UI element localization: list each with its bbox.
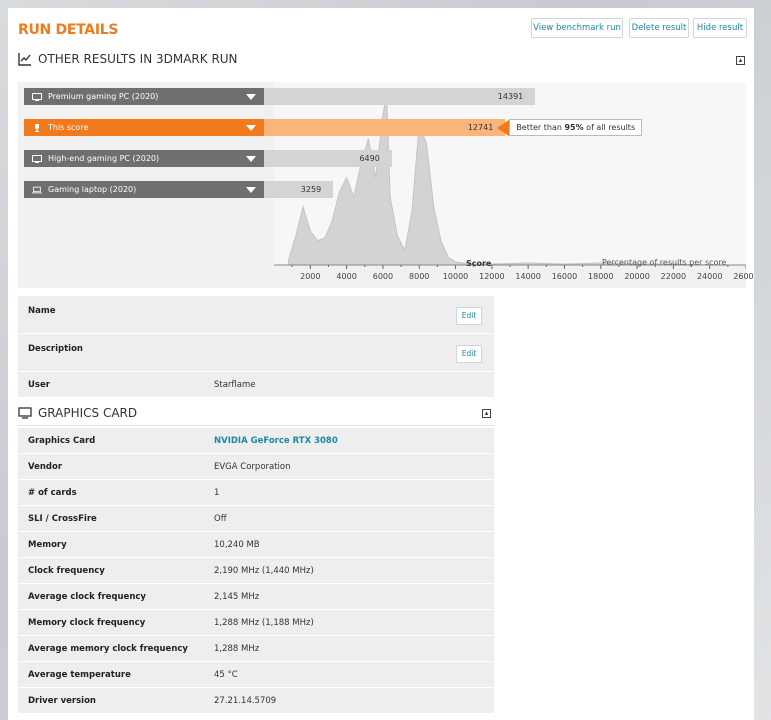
- x-tick-label: 4000: [336, 272, 357, 281]
- other-results-title: OTHER RESULTS IN 3DMARK RUN: [38, 52, 238, 66]
- table-row: Memory 10,240 MB: [18, 532, 494, 558]
- collapse-other-results-icon[interactable]: ▴: [736, 56, 745, 65]
- comparison-select-this[interactable]: This score: [24, 119, 264, 136]
- monitor-icon: [32, 154, 42, 163]
- x-tick-label: 16000: [551, 272, 578, 281]
- table-row: Vendor EVGA Corporation: [18, 454, 494, 480]
- comparison-select-highend[interactable]: High-end gaming PC (2020): [24, 150, 264, 167]
- row-key: Clock frequency: [28, 566, 105, 576]
- x-tick-label: 20000: [624, 272, 650, 281]
- x-tick-label: 24000: [696, 272, 723, 281]
- laptop-icon: [32, 186, 42, 193]
- comparison-select-laptop[interactable]: Gaming laptop (2020): [24, 181, 264, 198]
- row-value: 10,240 MB: [214, 540, 260, 550]
- trophy-icon: [35, 123, 39, 132]
- row-key: Memory clock frequency: [28, 618, 146, 628]
- table-row: SLI / CrossFire Off: [18, 506, 494, 532]
- row-value: 45 °C: [214, 670, 238, 680]
- other-results-header: OTHER RESULTS IN 3DMARK RUN: [18, 48, 238, 70]
- row-key: Vendor: [28, 462, 63, 472]
- percentile-tooltip: Better than 95% of all results: [509, 119, 643, 136]
- x-tick-label: 26000: [733, 272, 754, 281]
- row-value: 27.21.14.5709: [214, 696, 277, 706]
- chevron-down-icon: [246, 94, 256, 100]
- row-value: 2,190 MHz (1,440 MHz): [214, 566, 314, 576]
- hide-result-button[interactable]: Hide result: [693, 18, 747, 38]
- row-key: SLI / CrossFire: [28, 514, 97, 524]
- row-value: EVGA Corporation: [214, 462, 291, 472]
- tooltip-prefix: Better than: [516, 123, 565, 132]
- x-tick-label: 22000: [660, 272, 687, 281]
- user-label: User: [28, 380, 50, 390]
- monitor-icon: [32, 92, 42, 101]
- comparison-label: High-end gaming PC (2020): [48, 154, 160, 163]
- x-tick-label: 2000: [300, 272, 321, 281]
- tooltip-percent: 95%: [564, 123, 584, 132]
- x-tick-label: 8000: [409, 272, 430, 281]
- tooltip-pointer: [497, 119, 510, 136]
- edit-name-button[interactable]: Edit: [456, 307, 482, 325]
- table-row: Average memory clock frequency 1,288 MHz: [18, 636, 494, 662]
- row-key: Average memory clock frequency: [28, 644, 188, 654]
- row-key: Driver version: [28, 696, 96, 706]
- table-row: Average clock frequency 2,145 MHz: [18, 584, 494, 610]
- x-tick-label: 12000: [479, 272, 505, 281]
- table-row: # of cards 1: [18, 480, 494, 506]
- x-tick-label: 10000: [442, 272, 469, 281]
- row-value: 1,288 MHz: [214, 644, 260, 654]
- row-value: Off: [214, 514, 227, 524]
- comparison-label: Premium gaming PC (2020): [48, 92, 159, 101]
- view-benchmark-run-button[interactable]: View benchmark run: [531, 18, 623, 38]
- graphics-card-header: GRAPHICS CARD ▴: [18, 400, 494, 426]
- monitor-icon: [18, 407, 32, 419]
- comparison-select-premium[interactable]: Premium gaming PC (2020): [24, 88, 264, 105]
- row-key: Memory: [28, 540, 67, 550]
- chart-icon: [18, 53, 31, 66]
- row-key: # of cards: [28, 488, 77, 498]
- row-value: 2,145 MHz: [214, 592, 260, 602]
- description-label: Description: [28, 344, 83, 354]
- graphics-card-link[interactable]: NVIDIA GeForce RTX 3080: [214, 436, 338, 446]
- row-key: Average temperature: [28, 670, 131, 680]
- page-title: RUN DETAILS: [18, 22, 119, 38]
- comparison-label: This score: [48, 123, 89, 132]
- name-row: Name Edit: [18, 296, 494, 334]
- results-chart: 14391 Premium gaming PC (2020) 12741 Thi…: [18, 82, 754, 288]
- run-details-panel: RUN DETAILS View benchmark run Delete re…: [8, 8, 754, 720]
- table-row: Driver version 27.21.14.5709: [18, 688, 494, 714]
- row-key: Average clock frequency: [28, 592, 146, 602]
- table-row: Graphics Card NVIDIA GeForce RTX 3080: [18, 428, 494, 454]
- user-value: Starflame: [214, 380, 256, 390]
- tooltip-suffix: of all results: [583, 123, 636, 132]
- delete-result-button[interactable]: Delete result: [629, 18, 689, 38]
- graphics-card-title: GRAPHICS CARD: [38, 406, 138, 420]
- pct-axis-label: Percentage of results per score: [602, 258, 727, 267]
- comparison-label: Gaming laptop (2020): [48, 185, 137, 194]
- table-row: Clock frequency 2,190 MHz (1,440 MHz): [18, 558, 494, 584]
- edit-description-button[interactable]: Edit: [456, 345, 482, 363]
- user-row: User Starflame: [18, 372, 494, 398]
- chevron-down-icon: [246, 125, 256, 131]
- row-value: 1: [214, 488, 220, 498]
- name-label: Name: [28, 306, 56, 316]
- chevron-down-icon: [246, 156, 256, 162]
- collapse-graphics-card-icon[interactable]: ▴: [482, 409, 491, 418]
- table-row: Average temperature 45 °C: [18, 662, 494, 688]
- chevron-down-icon: [246, 187, 256, 193]
- table-row: Memory clock frequency 1,288 MHz (1,188 M…: [18, 610, 494, 636]
- description-row: Description Edit: [18, 334, 494, 372]
- row-key: Graphics Card: [28, 436, 96, 446]
- row-value: 1,288 MHz (1,188 MHz): [214, 618, 314, 628]
- x-tick-label: 6000: [372, 272, 394, 281]
- x-tick-label: 18000: [588, 272, 614, 281]
- score-axis-label: Score: [466, 259, 492, 268]
- x-tick-label: 14000: [515, 272, 541, 281]
